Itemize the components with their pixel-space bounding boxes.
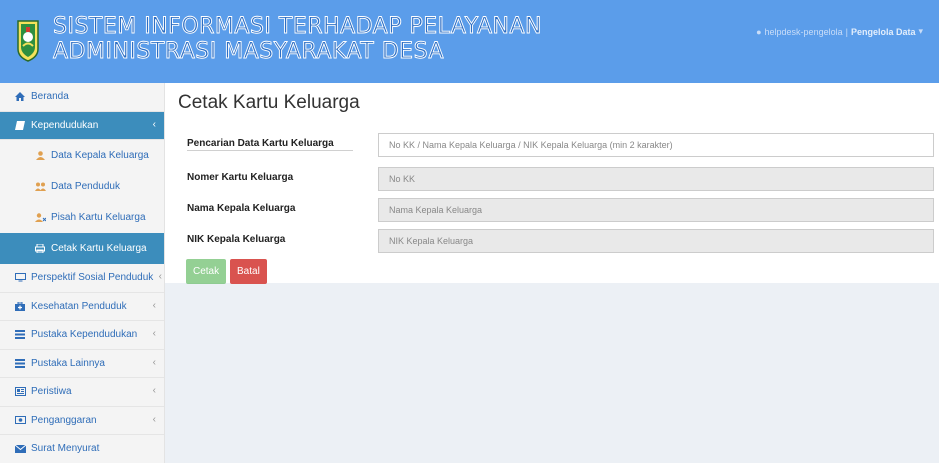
sidebar-item-data-kepala-keluarga[interactable]: Data Kepala Keluarga xyxy=(0,140,164,171)
user-icon xyxy=(34,151,46,161)
sidebar-item-label: Pisah Kartu Keluarga xyxy=(51,212,146,223)
no-kk-field xyxy=(378,167,934,191)
envelope-icon xyxy=(14,444,26,454)
sidebar-item-beranda[interactable]: Beranda xyxy=(0,83,164,112)
sidebar-item-pustaka-kependudukan[interactable]: Pustaka Kependudukan ‹ xyxy=(0,321,164,350)
main-panel: Cetak Kartu Keluarga Pencarian Data Kart… xyxy=(165,83,939,284)
no-kk-label: Nomer Kartu Keluarga xyxy=(187,172,294,183)
sidebar-item-label: Penganggaran xyxy=(31,414,97,426)
sidebar-item-label: Cetak Kartu Keluarga xyxy=(51,243,147,254)
user-menu[interactable]: ● helpdesk-pengelola | Pengelola Data ▾ xyxy=(756,26,923,37)
sidebar-item-label: Data Penduduk xyxy=(51,181,120,192)
user-name: helpdesk-pengelola xyxy=(764,26,843,37)
app-title-line2: ADMINISTRASI MASYARAKAT DESA xyxy=(53,39,444,65)
app-title: SISTEM INFORMASI TERHADAP PELAYANAN ADMI… xyxy=(53,14,543,65)
nama-kepala-label: Nama Kepala Keluarga xyxy=(187,203,296,214)
caret-down-icon: ▾ xyxy=(918,26,923,36)
nik-field xyxy=(378,229,934,253)
book-icon xyxy=(14,120,26,130)
form-row-nik: NIK Kepala Keluarga xyxy=(187,229,937,253)
sidebar-item-label: Peristiwa xyxy=(31,386,72,398)
print-button[interactable]: Cetak xyxy=(186,259,227,284)
sidebar-item-penganggaran[interactable]: Penganggaran ‹ xyxy=(0,407,164,435)
form-row-no-kk: Nomer Kartu Keluarga xyxy=(187,167,937,191)
chevron-left-icon: ‹ xyxy=(152,328,156,339)
nik-label: NIK Kepala Keluarga xyxy=(187,234,286,245)
sidebar-item-pisah-kartu-keluarga[interactable]: Pisah Kartu Keluarga xyxy=(0,202,164,233)
chevron-left-icon: ‹ xyxy=(152,356,156,368)
page-title: Cetak Kartu Keluarga xyxy=(178,92,360,113)
newspaper-icon xyxy=(14,387,26,397)
user-separator: | xyxy=(845,26,848,37)
sidebar-item-surat-menyurat[interactable]: Surat Menyurat xyxy=(0,435,164,463)
list-icon xyxy=(14,330,26,340)
regency-emblem-logo xyxy=(17,20,39,62)
sidebar-item-label: Surat Menyurat xyxy=(31,443,100,455)
search-label: Pencarian Data Kartu Keluarga xyxy=(187,138,334,149)
medkit-icon xyxy=(14,301,26,311)
sidebar-item-label: Kependudukan xyxy=(31,119,99,131)
sidebar-item-pustaka-lainnya[interactable]: Pustaka Lainnya ‹ xyxy=(0,350,164,378)
sidebar-item-kesehatan-penduduk[interactable]: Kesehatan Penduduk ‹ xyxy=(0,293,164,321)
top-header: SISTEM INFORMASI TERHADAP PELAYANAN ADMI… xyxy=(0,0,939,83)
nama-kepala-field xyxy=(378,198,934,222)
sidebar-item-label: Kesehatan Penduduk xyxy=(31,300,127,312)
users-icon xyxy=(34,182,46,192)
user-times-icon xyxy=(34,213,46,223)
sidebar-item-label: Perspektif Sosial Penduduk xyxy=(31,272,154,284)
sidebar-item-label: Pustaka Kependudukan xyxy=(31,329,138,341)
sidebar-item-perspektif-sosial-penduduk[interactable]: Perspektif Sosial Penduduk ‹ xyxy=(0,264,164,293)
sidebar-item-kependudukan[interactable]: Kependudukan ‹ xyxy=(0,111,164,140)
sidebar: Beranda Kependudukan ‹ Data Kepala Kelua… xyxy=(0,83,165,463)
chevron-left-icon: ‹ xyxy=(152,118,156,130)
chevron-left-icon: ‹ xyxy=(152,385,156,396)
sidebar-item-label: Data Kepala Keluarga xyxy=(51,150,149,161)
sidebar-item-label: Beranda xyxy=(31,91,69,103)
form-row-nama-kepala: Nama Kepala Keluarga xyxy=(187,198,937,222)
sidebar-item-data-penduduk[interactable]: Data Penduduk xyxy=(0,171,164,202)
form-row-search: Pencarian Data Kartu Keluarga xyxy=(187,133,937,157)
sidebar-item-cetak-kartu-keluarga[interactable]: Cetak Kartu Keluarga xyxy=(0,233,164,264)
chevron-left-icon: ‹ xyxy=(152,299,156,311)
label-divider xyxy=(187,150,353,151)
user-role: Pengelola Data xyxy=(850,26,916,37)
user-icon: ● xyxy=(756,26,762,37)
home-icon xyxy=(14,92,26,102)
desktop-icon xyxy=(14,273,26,283)
print-icon xyxy=(34,244,46,254)
sidebar-item-peristiwa[interactable]: Peristiwa ‹ xyxy=(0,378,164,407)
search-input[interactable] xyxy=(378,133,934,157)
cancel-button[interactable]: Batal xyxy=(230,259,267,284)
app-title-line1: SISTEM INFORMASI TERHADAP PELAYANAN xyxy=(53,14,543,40)
chevron-left-icon: ‹ xyxy=(152,413,156,425)
chevron-left-icon: ‹ xyxy=(158,271,162,282)
sidebar-item-label: Pustaka Lainnya xyxy=(31,357,105,369)
money-icon xyxy=(14,415,26,425)
list-icon xyxy=(14,358,26,368)
